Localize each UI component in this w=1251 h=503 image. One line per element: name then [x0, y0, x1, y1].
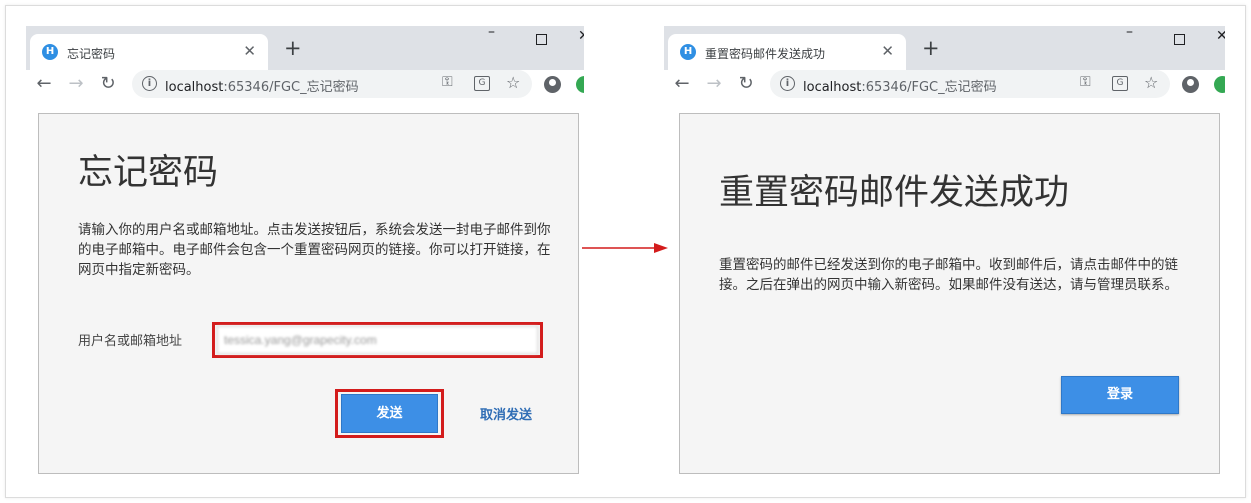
cancel-send-link[interactable]: 取消发送: [480, 404, 532, 423]
extension-icon[interactable]: [1214, 76, 1225, 93]
url-text: localhost:65346/FGC_忘记密码: [803, 76, 997, 95]
tab-strip: H 忘记密码 ✕ + – ✕: [26, 26, 584, 70]
url-host: localhost: [803, 80, 862, 95]
new-tab-icon[interactable]: +: [284, 38, 302, 59]
login-button[interactable]: 登录: [1061, 376, 1179, 414]
reload-icon[interactable]: ↻: [96, 70, 120, 100]
forgot-password-page: 忘记密码 请输入你的用户名或邮箱地址。点击发送按钮后，系统会发送一封电子邮件到你…: [38, 113, 579, 474]
reset-email-sent-page: 重置密码邮件发送成功 重置密码的邮件已经发送到你的电子邮箱中。收到邮件后，请点击…: [679, 113, 1220, 474]
send-button[interactable]: 发送: [341, 394, 438, 433]
bookmark-star-icon[interactable]: ☆: [1144, 73, 1158, 92]
forward-arrow-icon[interactable]: →: [64, 70, 88, 100]
address-bar[interactable]: i localhost:65346/FGC_忘记密码 ⚿ G ☆: [132, 70, 532, 98]
browser-window-reset-sent: H 重置密码邮件发送成功 ✕ + – ✕ ← → ↻ i localhost:6…: [664, 26, 1225, 100]
username-email-label: 用户名或邮箱地址: [78, 334, 183, 349]
tab-title: 重置密码邮件发送成功: [705, 47, 826, 61]
url-path: :65346/FGC_忘记密码: [861, 80, 997, 95]
tab-close-icon[interactable]: ✕: [243, 42, 256, 60]
site-favicon-icon: H: [42, 44, 58, 60]
back-arrow-icon[interactable]: ←: [32, 70, 56, 100]
site-favicon-icon: H: [680, 44, 696, 60]
page-description: 请输入你的用户名或邮箱地址。点击发送按钮后，系统会发送一封电子邮件到你的电子邮箱…: [78, 222, 551, 278]
forward-arrow-icon[interactable]: →: [702, 70, 726, 100]
page-title: 忘记密码: [78, 153, 219, 193]
page-description: 重置密码的邮件已经发送到你的电子邮箱中。收到邮件后，请点击邮件中的链接。之后在弹…: [719, 257, 1178, 293]
tab-strip: H 重置密码邮件发送成功 ✕ + – ✕: [664, 26, 1225, 70]
new-tab-icon[interactable]: +: [922, 38, 940, 59]
bookmark-star-icon[interactable]: ☆: [506, 73, 520, 92]
window-close-icon[interactable]: ✕: [1216, 28, 1225, 44]
browser-toolbar: ← → ↻ i localhost:65346/FGC_忘记密码 ⚿ G ☆: [26, 70, 584, 100]
url-path: :65346/FGC_忘记密码: [223, 80, 359, 95]
address-bar[interactable]: i localhost:65346/FGC_忘记密码 ⚿ G ☆: [770, 70, 1170, 98]
maximize-icon[interactable]: [1174, 34, 1185, 45]
url-host: localhost: [165, 80, 224, 95]
tab-title: 忘记密码: [67, 47, 116, 61]
site-info-icon[interactable]: i: [142, 76, 157, 91]
minimize-icon[interactable]: –: [488, 26, 495, 40]
reload-icon[interactable]: ↻: [734, 70, 758, 100]
maximize-icon[interactable]: [536, 34, 547, 45]
browser-tab[interactable]: H 重置密码邮件发送成功 ✕: [668, 34, 906, 70]
tab-close-icon[interactable]: ✕: [881, 42, 894, 60]
flow-arrow-icon: [582, 243, 668, 253]
back-arrow-icon[interactable]: ←: [670, 70, 694, 100]
account-icon[interactable]: [1182, 76, 1199, 93]
browser-window-forgot-password: H 忘记密码 ✕ + – ✕ ← → ↻ i localhost:65346/F…: [26, 26, 584, 100]
page-title: 重置密码邮件发送成功: [719, 173, 1070, 213]
minimize-icon[interactable]: –: [1126, 26, 1133, 40]
extension-icon[interactable]: [576, 76, 584, 93]
key-icon[interactable]: ⚿: [442, 74, 453, 90]
username-email-input[interactable]: tessica.yang@grapecity.com: [217, 326, 538, 354]
account-icon[interactable]: [544, 76, 561, 93]
url-text: localhost:65346/FGC_忘记密码: [165, 76, 359, 95]
translate-icon[interactable]: G: [1112, 76, 1128, 91]
translate-icon[interactable]: G: [474, 76, 490, 91]
site-info-icon[interactable]: i: [780, 76, 795, 91]
browser-tab[interactable]: H 忘记密码 ✕: [30, 34, 268, 70]
browser-toolbar: ← → ↻ i localhost:65346/FGC_忘记密码 ⚿ G ☆: [664, 70, 1225, 100]
key-icon[interactable]: ⚿: [1080, 74, 1091, 90]
window-close-icon[interactable]: ✕: [578, 28, 584, 44]
